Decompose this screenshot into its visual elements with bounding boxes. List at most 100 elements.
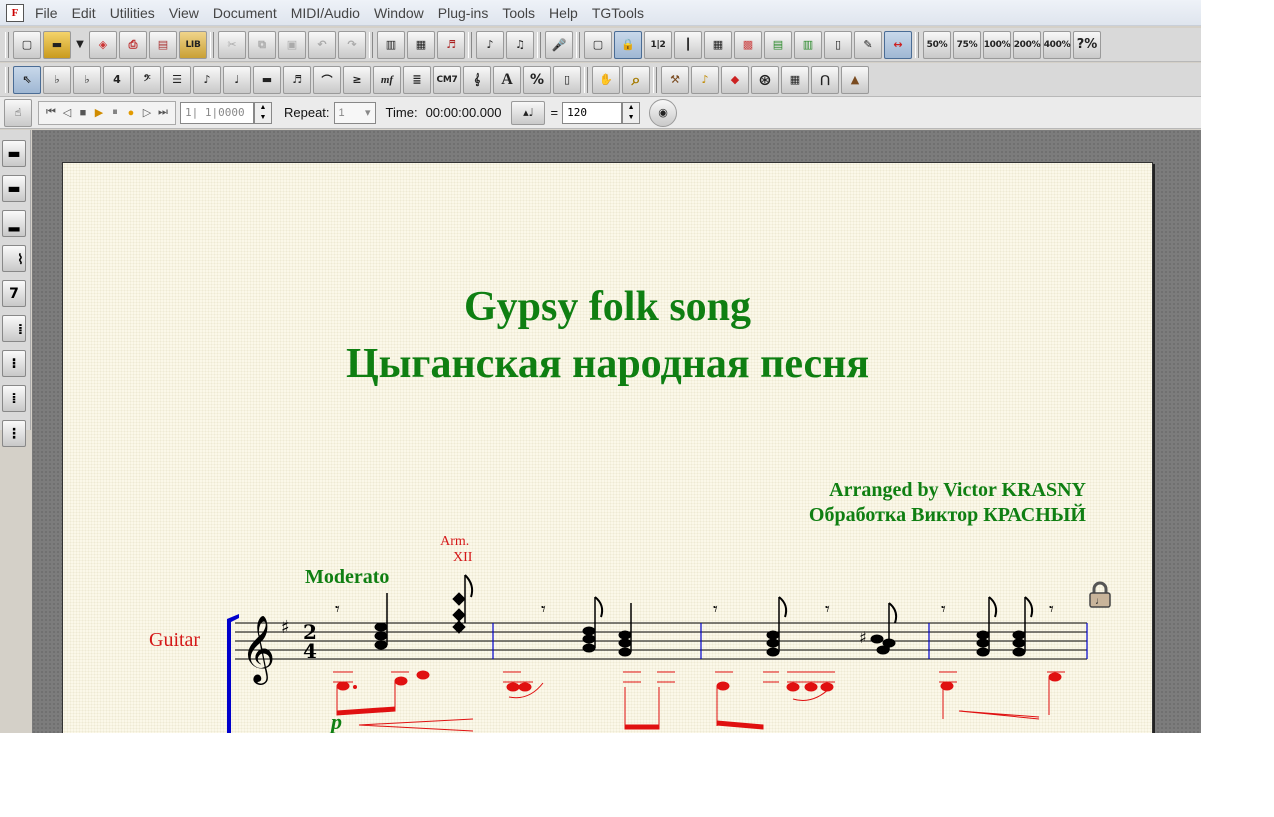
tempo-stepper[interactable]: ▲ ▼: [622, 101, 641, 124]
layout-tool-icon[interactable]: ▥: [794, 30, 822, 59]
record-icon[interactable]: ●: [123, 107, 139, 119]
print-icon[interactable]: ⎙: [119, 30, 147, 59]
rewind-start-icon[interactable]: ⏮: [43, 106, 59, 119]
menu-plug-ins[interactable]: Plug-ins: [431, 0, 496, 26]
pause-icon[interactable]: ⏸: [107, 106, 123, 119]
percent-icon[interactable]: %: [523, 65, 551, 94]
stop-icon[interactable]: ■: [75, 107, 91, 119]
forward-end-icon[interactable]: ⏭: [155, 106, 171, 119]
repeat-select[interactable]: 1 ▾: [333, 101, 376, 124]
tempo-field[interactable]: 120: [562, 101, 623, 124]
toolbar-grip[interactable]: [5, 31, 9, 58]
grid-tool-icon[interactable]: ▩: [734, 30, 762, 59]
microphone-icon[interactable]: 🎤: [545, 30, 573, 59]
menu-document[interactable]: Document: [206, 0, 284, 26]
chord-symbol-icon[interactable]: CM7: [433, 65, 461, 94]
arch-tool-icon[interactable]: ⋂: [811, 65, 839, 94]
beam-note-icon[interactable]: ♩: [223, 65, 251, 94]
menu-file[interactable]: File: [28, 0, 65, 26]
hammer-tool-icon[interactable]: ⚒: [661, 65, 689, 94]
piano-icon[interactable]: ▬: [253, 65, 281, 94]
text-page-icon[interactable]: ✎: [854, 30, 882, 59]
sixteenth-rest-icon[interactable]: ﾠ⁞: [2, 315, 26, 342]
text-tool-icon[interactable]: A: [493, 65, 521, 94]
staff-style-icon[interactable]: ▤: [764, 30, 792, 59]
articulation-icon[interactable]: ≥: [343, 65, 371, 94]
key-signature-icon[interactable]: ♭: [43, 65, 71, 94]
open-dropdown-arrow-icon[interactable]: ▼: [73, 31, 87, 59]
tuplet-icon[interactable]: ♬: [283, 65, 311, 94]
note-icon[interactable]: ♪: [193, 65, 221, 94]
measure-counter-stepper[interactable]: ▲ ▼: [254, 101, 272, 124]
expression-icon[interactable]: mf: [373, 65, 401, 94]
hand-grabber-icon[interactable]: ✋: [592, 65, 620, 94]
lyrics-icon[interactable]: 𝄞: [463, 65, 491, 94]
new-document-icon[interactable]: ▢: [13, 30, 41, 59]
flat-clef-icon[interactable]: ♭: [73, 65, 101, 94]
menu-window[interactable]: Window: [367, 0, 431, 26]
simple-entry-icon[interactable]: ♫: [506, 30, 534, 59]
half-rest-icon[interactable]: ▬: [2, 175, 26, 202]
sixty-fourth-rest-icon[interactable]: ⁞: [2, 385, 26, 412]
metronome-icon[interactable]: ▲: [841, 65, 869, 94]
tempo-note-icon[interactable]: ▴♩: [511, 100, 546, 125]
hand-pointer-icon[interactable]: ☝: [4, 98, 32, 127]
thirty-second-rest-icon[interactable]: ⁝: [2, 350, 26, 377]
open-folder-icon[interactable]: ▬: [43, 30, 71, 59]
save-disk-icon[interactable]: ◈: [89, 30, 117, 59]
document-workspace[interactable]: Gypsy folk song Цыганская народная песня…: [32, 130, 1201, 733]
speaker-icon[interactable]: ◉: [649, 98, 678, 127]
menu-tgtools[interactable]: TGTools: [585, 0, 651, 26]
play-icon[interactable]: ▶: [91, 106, 107, 119]
quarter-rest-icon[interactable]: ﾠ⌇: [2, 245, 26, 272]
whole-rest-icon[interactable]: ▬: [2, 140, 26, 167]
undo-icon[interactable]: ↶: [308, 30, 336, 59]
slur-icon[interactable]: ⌒: [313, 65, 341, 94]
scroll-view-icon[interactable]: ▥: [377, 30, 405, 59]
color-tool-icon[interactable]: ◆: [721, 65, 749, 94]
selection-tool-icon[interactable]: ⇖: [13, 65, 41, 94]
resize-tool-icon[interactable]: ↔: [884, 30, 912, 59]
studio-view-icon[interactable]: ♬: [437, 30, 465, 59]
toolbar-grip[interactable]: [5, 66, 9, 93]
rewind-icon[interactable]: ◁: [59, 106, 75, 119]
menu-tools[interactable]: Tools: [495, 0, 542, 26]
bass-clef-icon[interactable]: 𝄢: [133, 65, 161, 94]
redo-icon[interactable]: ↷: [338, 30, 366, 59]
time-signature-icon[interactable]: 4: [103, 65, 131, 94]
zoom-magnifier-icon[interactable]: ⌕: [622, 65, 650, 94]
page-tool-icon[interactable]: ▯: [553, 65, 581, 94]
menu-view[interactable]: View: [162, 0, 206, 26]
app-logo-icon[interactable]: F: [6, 3, 24, 22]
zoom-custom-button[interactable]: ?%: [1073, 30, 1101, 59]
eighth-rest-icon[interactable]: 7: [2, 280, 26, 307]
cut-icon[interactable]: ✂: [218, 30, 246, 59]
speedy-entry-icon[interactable]: ♪: [476, 30, 504, 59]
book-icon[interactable]: ▤: [149, 30, 177, 59]
hundred-twenty-eighth-rest-icon[interactable]: ⋮: [2, 420, 26, 447]
graphics-tool-icon[interactable]: ▦: [704, 30, 732, 59]
measure-tool-icon[interactable]: ┃: [674, 30, 702, 59]
zoom-200-button[interactable]: 200%: [1013, 30, 1041, 59]
menu-help[interactable]: Help: [542, 0, 585, 26]
measure-counter-field[interactable]: 1| 1|0000: [180, 101, 254, 124]
zoom-400-button[interactable]: 400%: [1043, 30, 1071, 59]
measure-icon[interactable]: ☰: [163, 65, 191, 94]
half-rest-alt-icon[interactable]: ▂: [2, 210, 26, 237]
menu-midi-audio[interactable]: MIDI/Audio: [284, 0, 367, 26]
paste-icon[interactable]: ▣: [278, 30, 306, 59]
zoom-100-button[interactable]: 100%: [983, 30, 1011, 59]
zoom-75-button[interactable]: 75%: [953, 30, 981, 59]
page-layout-icon[interactable]: ▯: [824, 30, 852, 59]
staff-tool-icon[interactable]: ▢: [584, 30, 612, 59]
fast-forward-icon[interactable]: ▷: [139, 106, 155, 119]
film-reel-icon[interactable]: ⊛: [751, 65, 779, 94]
library-icon[interactable]: LIB: [179, 30, 207, 59]
measure-numbers-icon[interactable]: 1|2: [644, 30, 672, 59]
staff-lines-icon[interactable]: ≣: [403, 65, 431, 94]
menu-utilities[interactable]: Utilities: [103, 0, 162, 26]
copy-icon[interactable]: ⧉: [248, 30, 276, 59]
midi-tool-icon[interactable]: ▦: [781, 65, 809, 94]
page-view-icon[interactable]: ▦: [407, 30, 435, 59]
score-page[interactable]: Gypsy folk song Цыганская народная песня…: [62, 162, 1153, 733]
